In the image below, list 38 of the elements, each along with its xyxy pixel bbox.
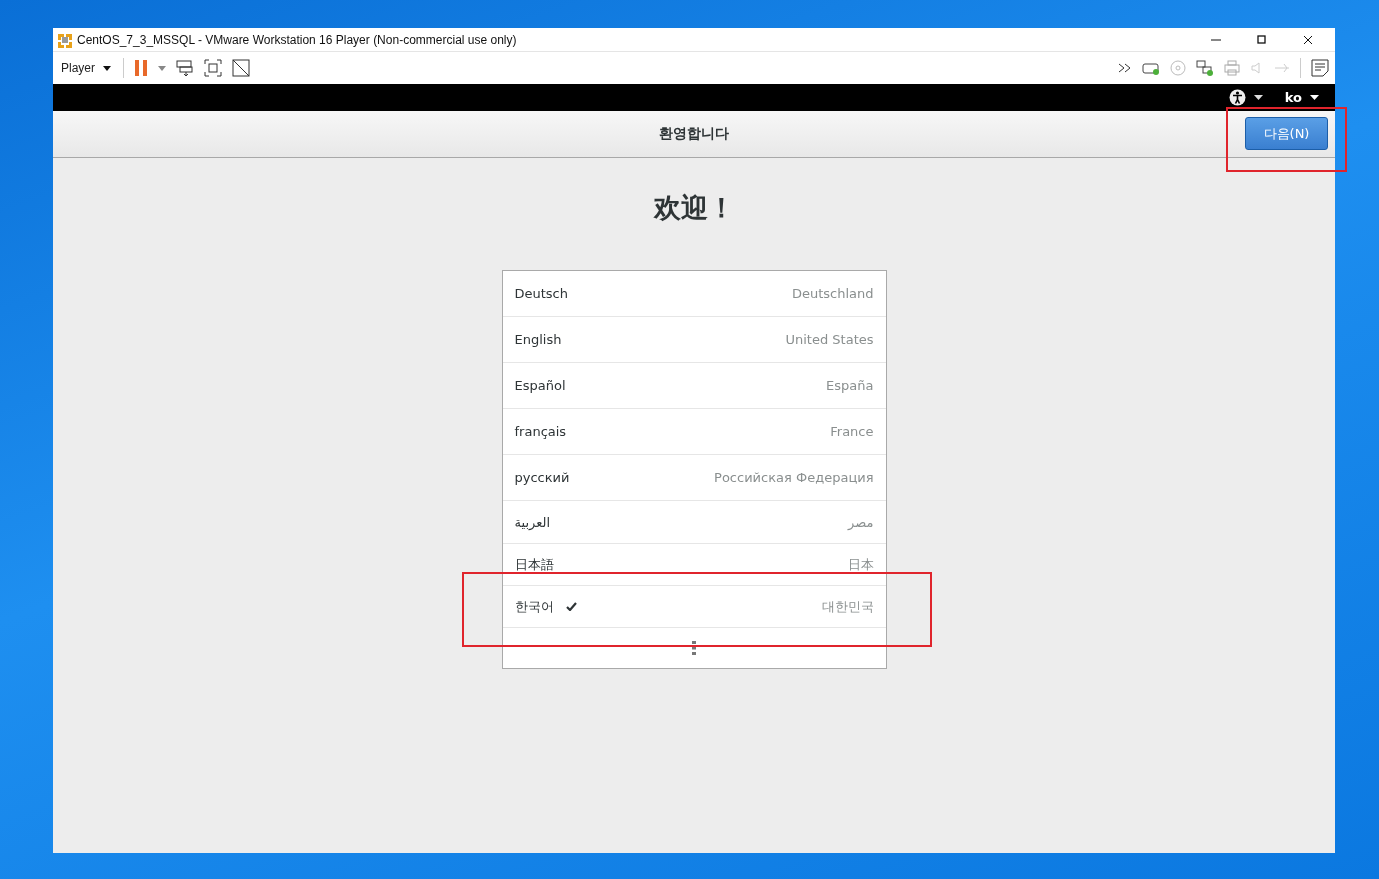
region-name: Российская Федерация bbox=[714, 470, 874, 485]
caret-icon bbox=[1310, 95, 1319, 100]
accessibility-menu[interactable] bbox=[1228, 89, 1263, 106]
language-menu[interactable]: ko bbox=[1284, 90, 1319, 105]
caret-icon bbox=[1253, 95, 1263, 100]
language-name: русский bbox=[514, 470, 570, 485]
language-name: 한국어 bbox=[514, 597, 554, 616]
region-name: Deutschland bbox=[791, 286, 874, 301]
language-name: العربية bbox=[514, 514, 551, 530]
maximize-icon bbox=[1257, 34, 1267, 45]
language-name: Español bbox=[514, 378, 566, 393]
language-name: 日本語 bbox=[514, 555, 554, 574]
more-languages-icon[interactable] bbox=[692, 641, 696, 655]
region-name: España bbox=[826, 378, 874, 393]
caret-icon bbox=[103, 65, 111, 71]
fullscreen-icon[interactable] bbox=[204, 59, 222, 77]
close-icon bbox=[1303, 34, 1313, 45]
pause-button[interactable] bbox=[134, 59, 148, 77]
region-name: 日本 bbox=[847, 555, 874, 574]
unity-off-icon[interactable] bbox=[232, 59, 250, 77]
page-title: 환영합니다 bbox=[659, 125, 729, 143]
network-icon[interactable] bbox=[1196, 60, 1214, 76]
player-menu[interactable]: Player bbox=[59, 59, 113, 77]
region-name: France bbox=[830, 424, 874, 439]
region-name: مصر bbox=[848, 514, 874, 530]
hard-disk-icon[interactable] bbox=[1142, 60, 1160, 76]
language-name: English bbox=[514, 332, 562, 347]
welcome-heading: 欢迎！ bbox=[653, 191, 735, 225]
region-name: 대한민국 bbox=[821, 597, 874, 616]
region-name: United States bbox=[785, 332, 874, 347]
app-logo-icon bbox=[57, 31, 73, 48]
message-icon[interactable] bbox=[1311, 59, 1329, 77]
dropdown-button[interactable] bbox=[158, 65, 166, 71]
language-name: français bbox=[514, 424, 567, 439]
language-name: Deutsch bbox=[514, 286, 568, 301]
more-icon[interactable] bbox=[1118, 63, 1132, 73]
window-title: CentOS_7_3_MSSQL - VMware Workstation 16 Player (Non-commercial use only) bbox=[77, 32, 518, 47]
send-keys-icon[interactable] bbox=[176, 59, 194, 77]
